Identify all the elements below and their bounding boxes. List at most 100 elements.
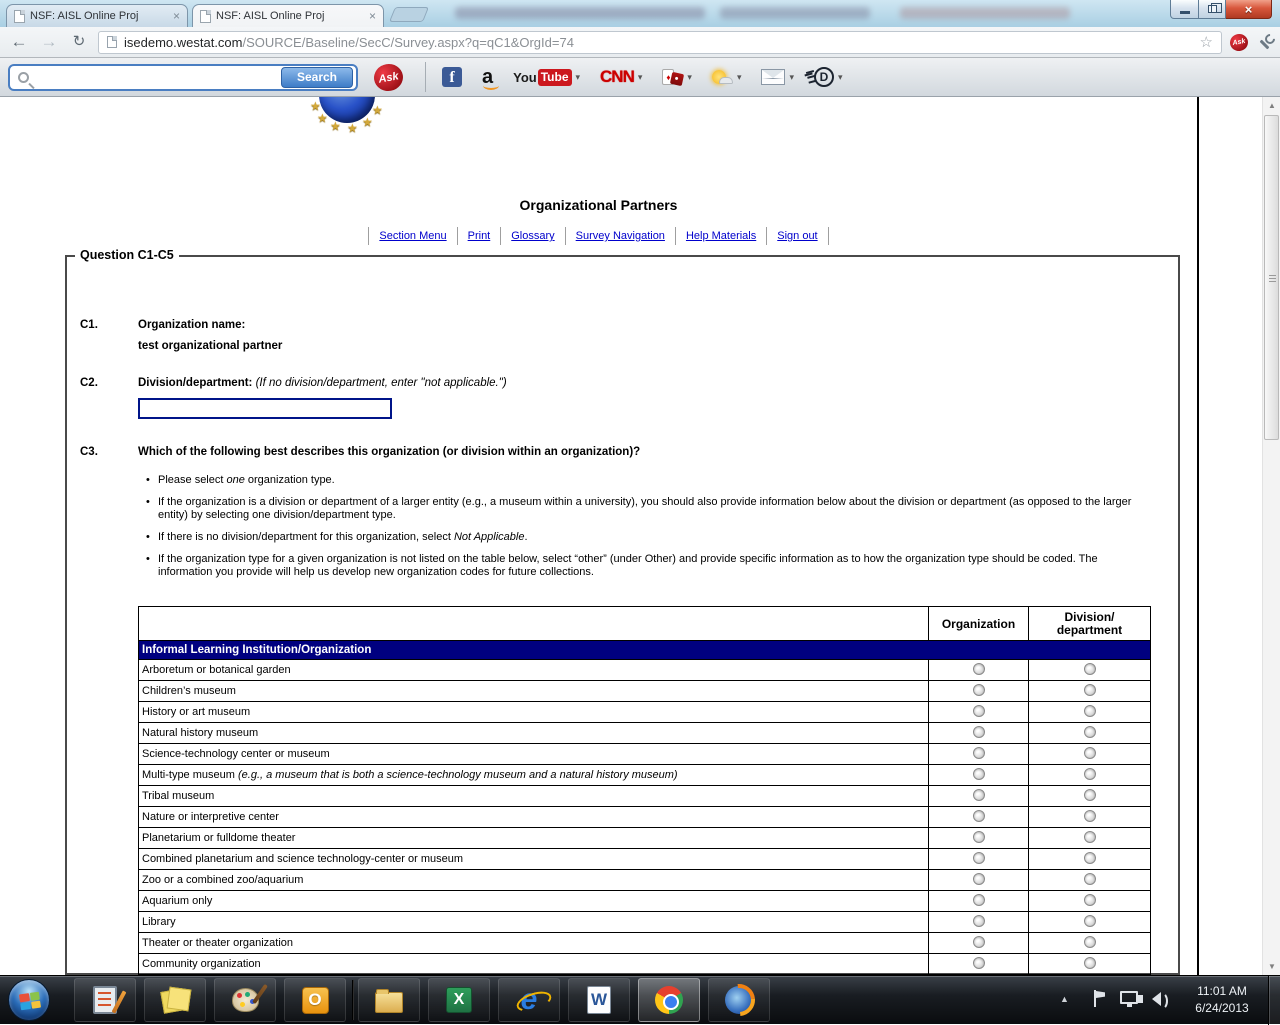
scroll-down-icon[interactable]: ▼ bbox=[1263, 958, 1280, 975]
d-speed-shortcut[interactable]: D ▾ bbox=[814, 67, 843, 87]
cnn-shortcut[interactable]: CNN ▾ bbox=[600, 67, 642, 87]
forward-button[interactable]: → bbox=[38, 32, 60, 52]
radio-organization[interactable] bbox=[972, 767, 985, 780]
amazon-shortcut[interactable]: a bbox=[482, 67, 500, 90]
nsf-logo-star-icon: ★ bbox=[347, 121, 358, 135]
folder-icon bbox=[375, 988, 403, 1013]
show-desktop-button[interactable] bbox=[1268, 976, 1280, 1025]
nav-link-help-materials[interactable]: Help Materials bbox=[675, 227, 768, 245]
scroll-up-icon[interactable]: ▲ bbox=[1263, 97, 1280, 114]
division-department-input[interactable] bbox=[138, 398, 392, 419]
radio-organization[interactable] bbox=[972, 893, 985, 906]
address-bar[interactable]: isedemo.westat.com/SOURCE/Baseline/SecC/… bbox=[98, 30, 1222, 54]
facebook-icon[interactable]: f bbox=[442, 67, 462, 87]
radio-division[interactable] bbox=[1083, 809, 1096, 822]
browser-tab-2-active[interactable]: NSF: AISL Online Proj × bbox=[192, 4, 384, 27]
radio-division[interactable] bbox=[1083, 704, 1096, 717]
dropdown-caret-icon[interactable]: ▾ bbox=[838, 72, 843, 83]
games-shortcut[interactable]: ♦ ▾ bbox=[662, 69, 692, 87]
radio-organization[interactable] bbox=[972, 704, 985, 717]
radio-division[interactable] bbox=[1083, 725, 1096, 738]
scrollbar-thumb[interactable] bbox=[1264, 115, 1279, 440]
weather-shortcut[interactable]: ▾ bbox=[711, 70, 742, 84]
wrench-menu-icon[interactable] bbox=[1256, 34, 1272, 50]
radio-organization[interactable] bbox=[972, 809, 985, 822]
action-center-flag-icon[interactable] bbox=[1092, 990, 1106, 1008]
toolbar-search-button[interactable]: Search bbox=[281, 66, 353, 88]
nav-link-glossary[interactable]: Glossary bbox=[501, 227, 566, 245]
volume-icon[interactable] bbox=[1138, 992, 1168, 1010]
minimize-button[interactable] bbox=[1170, 0, 1199, 19]
background-window-blur bbox=[720, 7, 870, 19]
nav-link-survey-navigation[interactable]: Survey Navigation bbox=[565, 227, 676, 245]
ask-logo-icon[interactable]: Ask bbox=[371, 61, 406, 93]
radio-division[interactable] bbox=[1083, 788, 1096, 801]
nav-link-sign-out[interactable]: Sign out bbox=[767, 227, 829, 245]
mail-shortcut[interactable]: ▾ bbox=[761, 69, 794, 85]
youtube-shortcut[interactable]: You Tube ▾ bbox=[513, 68, 581, 86]
q1-value: test organizational partner bbox=[138, 340, 283, 352]
tab-close-icon[interactable]: × bbox=[369, 10, 376, 22]
taskbar-paint-button[interactable] bbox=[214, 978, 276, 1022]
radio-organization[interactable] bbox=[972, 851, 985, 864]
nav-link-section-menu[interactable]: Section Menu bbox=[368, 227, 458, 245]
radio-organization[interactable] bbox=[972, 788, 985, 801]
taskbar-sticky-notes-button[interactable] bbox=[144, 978, 206, 1022]
taskbar-journal-button[interactable] bbox=[74, 978, 136, 1022]
radio-organization[interactable] bbox=[972, 872, 985, 885]
radio-organization[interactable] bbox=[972, 725, 985, 738]
browser-tab-1[interactable]: NSF: AISL Online Proj × bbox=[6, 4, 188, 27]
radio-division[interactable] bbox=[1083, 683, 1096, 696]
url-host: isedemo.westat.com bbox=[124, 34, 243, 50]
taskbar-clock[interactable]: 11:01 AM 6/24/2013 bbox=[1180, 983, 1264, 1017]
nav-link-print[interactable]: Print bbox=[457, 227, 502, 245]
radio-division[interactable] bbox=[1083, 956, 1096, 969]
start-button[interactable] bbox=[8, 979, 50, 1021]
radio-division[interactable] bbox=[1083, 662, 1096, 675]
taskbar-word-button[interactable]: W bbox=[568, 978, 630, 1022]
toolbar-search-box[interactable]: Search bbox=[8, 63, 358, 91]
dropdown-caret-icon[interactable]: ▾ bbox=[789, 72, 794, 83]
radio-organization[interactable] bbox=[972, 662, 985, 675]
radio-division[interactable] bbox=[1083, 914, 1096, 927]
back-button[interactable]: ← bbox=[8, 32, 30, 52]
close-button[interactable]: × bbox=[1226, 0, 1272, 19]
taskbar-outlook-button[interactable]: O bbox=[284, 978, 346, 1022]
radio-organization[interactable] bbox=[972, 830, 985, 843]
network-icon[interactable] bbox=[1120, 991, 1138, 1007]
radio-division[interactable] bbox=[1083, 935, 1096, 948]
taskbar-excel-button[interactable]: X bbox=[428, 978, 490, 1022]
taskbar-firefox-button[interactable] bbox=[708, 978, 770, 1022]
ask-extension-icon[interactable]: Ask bbox=[1228, 32, 1250, 52]
tray-expand-icon[interactable]: ▲ bbox=[1060, 994, 1069, 1004]
taskbar-ie-button[interactable]: e bbox=[498, 978, 560, 1022]
restore-button[interactable] bbox=[1199, 0, 1226, 19]
radio-organization[interactable] bbox=[972, 956, 985, 969]
dropdown-caret-icon[interactable]: ▾ bbox=[576, 72, 581, 83]
youtube-icon: You bbox=[513, 69, 537, 85]
radio-division[interactable] bbox=[1083, 851, 1096, 864]
dropdown-caret-icon[interactable]: ▾ bbox=[687, 72, 692, 83]
dropdown-caret-icon[interactable]: ▾ bbox=[737, 72, 742, 83]
bookmark-star-icon[interactable]: ☆ bbox=[1200, 33, 1213, 51]
radio-division[interactable] bbox=[1083, 872, 1096, 885]
reload-button[interactable]: ↻ bbox=[68, 32, 90, 52]
facebook-shortcut[interactable]: f bbox=[442, 67, 462, 87]
radio-division[interactable] bbox=[1083, 893, 1096, 906]
amazon-icon[interactable]: a bbox=[482, 67, 500, 90]
radio-division[interactable] bbox=[1083, 767, 1096, 780]
taskbar-chrome-button-active[interactable] bbox=[638, 978, 700, 1022]
new-tab-button[interactable] bbox=[388, 7, 430, 22]
scrollbar[interactable]: ▲ ▼ bbox=[1262, 97, 1280, 975]
radio-division[interactable] bbox=[1083, 830, 1096, 843]
radio-organization[interactable] bbox=[972, 914, 985, 927]
radio-organization[interactable] bbox=[972, 683, 985, 696]
column-header-division: Division/department bbox=[1028, 606, 1151, 641]
toolbar-search-input[interactable] bbox=[29, 67, 281, 87]
radio-organization[interactable] bbox=[972, 746, 985, 759]
tab-close-icon[interactable]: × bbox=[173, 10, 180, 22]
radio-organization[interactable] bbox=[972, 935, 985, 948]
radio-division[interactable] bbox=[1083, 746, 1096, 759]
taskbar-explorer-button[interactable] bbox=[358, 978, 420, 1022]
dropdown-caret-icon[interactable]: ▾ bbox=[638, 72, 643, 83]
